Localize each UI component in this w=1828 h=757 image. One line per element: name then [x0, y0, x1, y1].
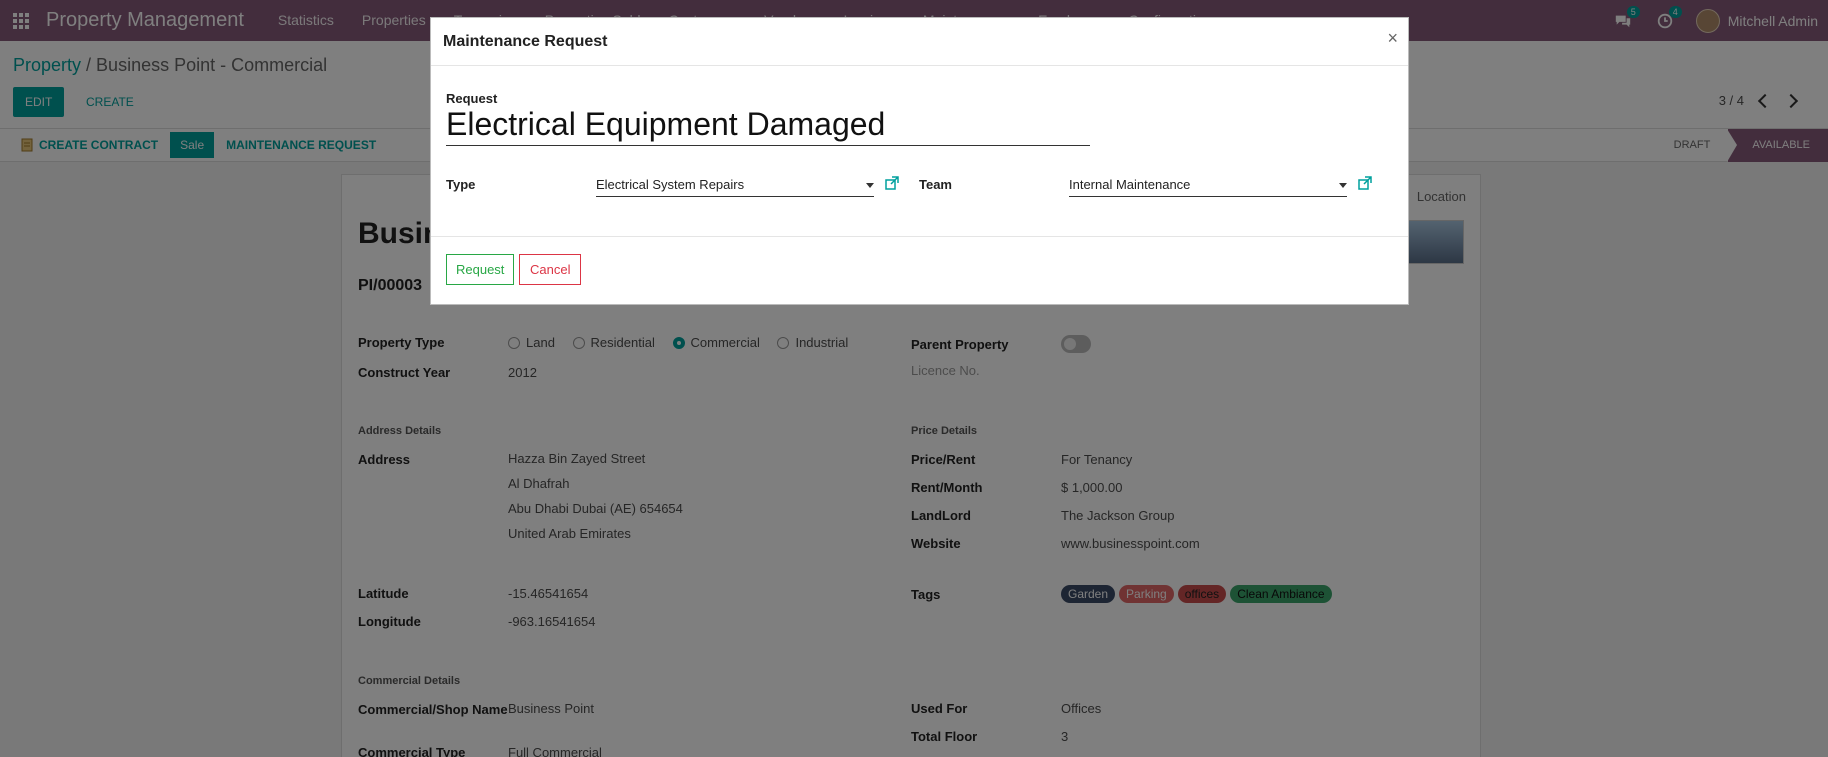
- request-name-input[interactable]: Electrical Equipment Damaged: [446, 106, 1090, 146]
- type-select-value: Electrical System Repairs: [596, 177, 745, 192]
- dialog-footer: Request Cancel: [431, 237, 1408, 305]
- team-select[interactable]: Internal Maintenance: [1069, 177, 1347, 197]
- chevron-down-icon: [866, 183, 874, 188]
- dialog-body: Request Electrical Equipment Damaged Typ…: [431, 66, 1408, 237]
- team-select-value: Internal Maintenance: [1069, 177, 1191, 192]
- type-label: Type: [446, 177, 476, 192]
- external-link-icon[interactable]: [1358, 176, 1372, 190]
- type-select[interactable]: Electrical System Repairs: [596, 177, 874, 197]
- close-icon[interactable]: ×: [1387, 28, 1398, 49]
- maintenance-request-dialog: Maintenance Request × Request Electrical…: [430, 17, 1409, 305]
- chevron-down-icon: [1339, 183, 1347, 188]
- dialog-title: Maintenance Request: [443, 32, 608, 50]
- team-label: Team: [919, 177, 952, 192]
- request-label: Request: [446, 91, 498, 106]
- dialog-header: Maintenance Request ×: [431, 18, 1408, 66]
- external-link-icon[interactable]: [885, 176, 899, 190]
- cancel-button[interactable]: Cancel: [519, 254, 582, 285]
- request-button[interactable]: Request: [446, 254, 515, 285]
